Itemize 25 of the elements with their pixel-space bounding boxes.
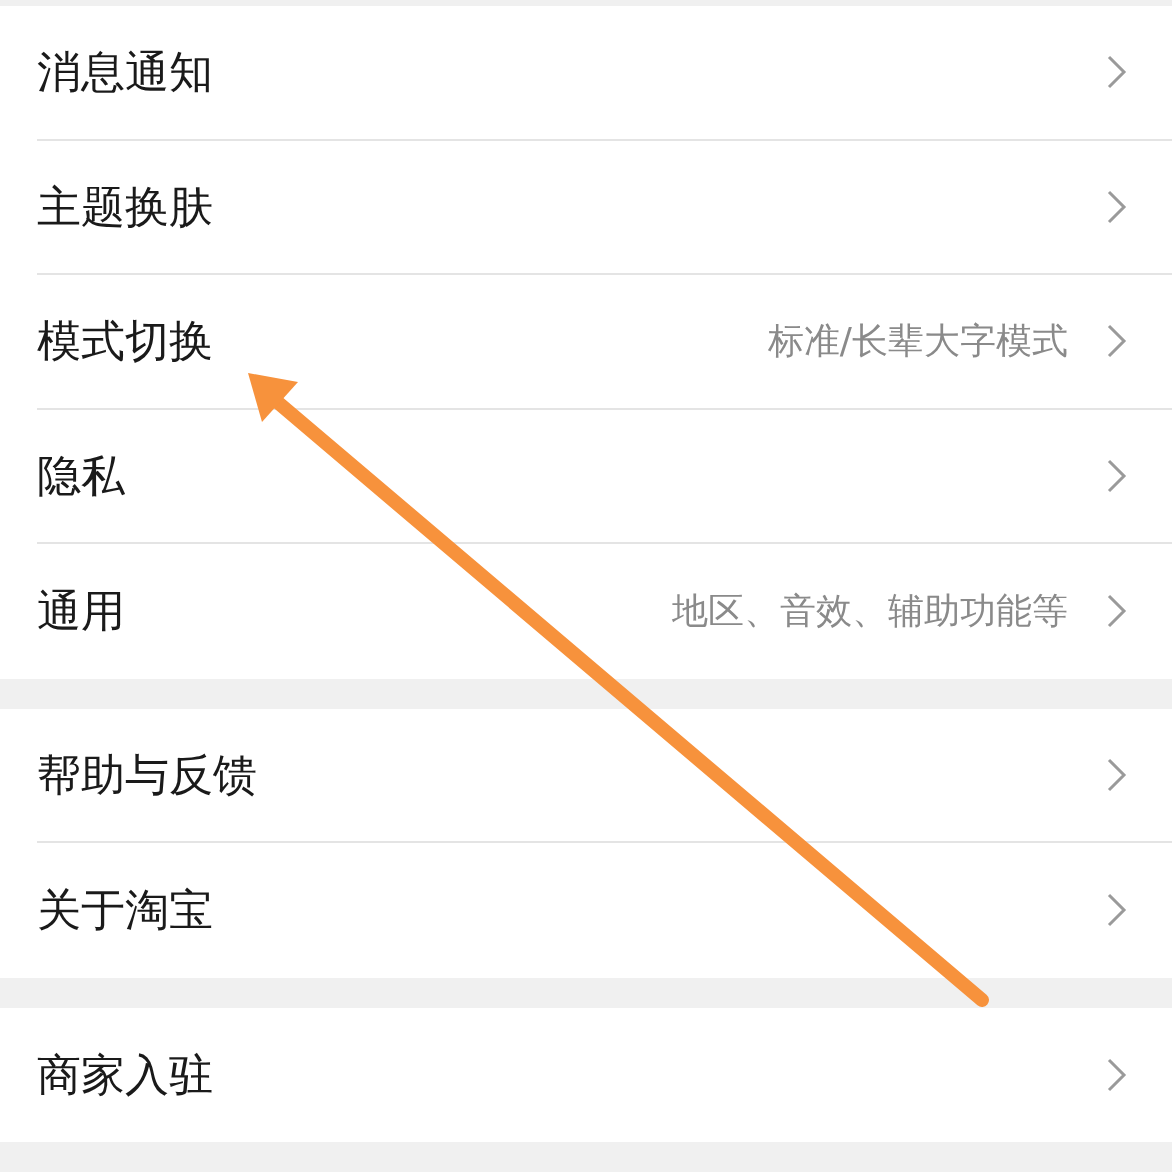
chevron-right-icon (1106, 188, 1128, 225)
item-value: 标准/长辈大字模式 (767, 319, 1068, 364)
settings-item[interactable]: 通用 地区、音效、辅助功能等 (37, 544, 1172, 679)
settings-item[interactable]: 消息通知 (37, 6, 1172, 141)
settings-item[interactable]: 帮助与反馈 (37, 708, 1172, 843)
chevron-right-icon (1106, 756, 1128, 793)
item-label: 主题换肤 (37, 179, 214, 234)
chevron-right-icon (1106, 892, 1128, 929)
item-label: 隐私 (37, 448, 126, 503)
chevron-right-icon (1106, 593, 1128, 630)
item-label: 帮助与反馈 (37, 747, 258, 802)
item-label: 模式切换 (37, 314, 214, 369)
item-label: 关于淘宝 (37, 883, 214, 938)
chevron-right-icon (1106, 457, 1128, 494)
chevron-right-icon (1106, 1056, 1128, 1093)
item-label: 商家入驻 (37, 1047, 214, 1102)
settings-item[interactable]: 主题换肤 (37, 140, 1172, 275)
item-value: 地区、音效、辅助功能等 (672, 589, 1068, 634)
chevron-right-icon (1106, 54, 1128, 91)
settings-item[interactable]: 隐私 (37, 409, 1172, 544)
settings-item[interactable]: 关于淘宝 (37, 843, 1172, 978)
item-label: 通用 (37, 584, 126, 639)
chevron-right-icon (1106, 323, 1128, 360)
settings-item[interactable]: 商家入驻 (37, 1007, 1172, 1142)
item-label: 消息通知 (37, 45, 214, 100)
